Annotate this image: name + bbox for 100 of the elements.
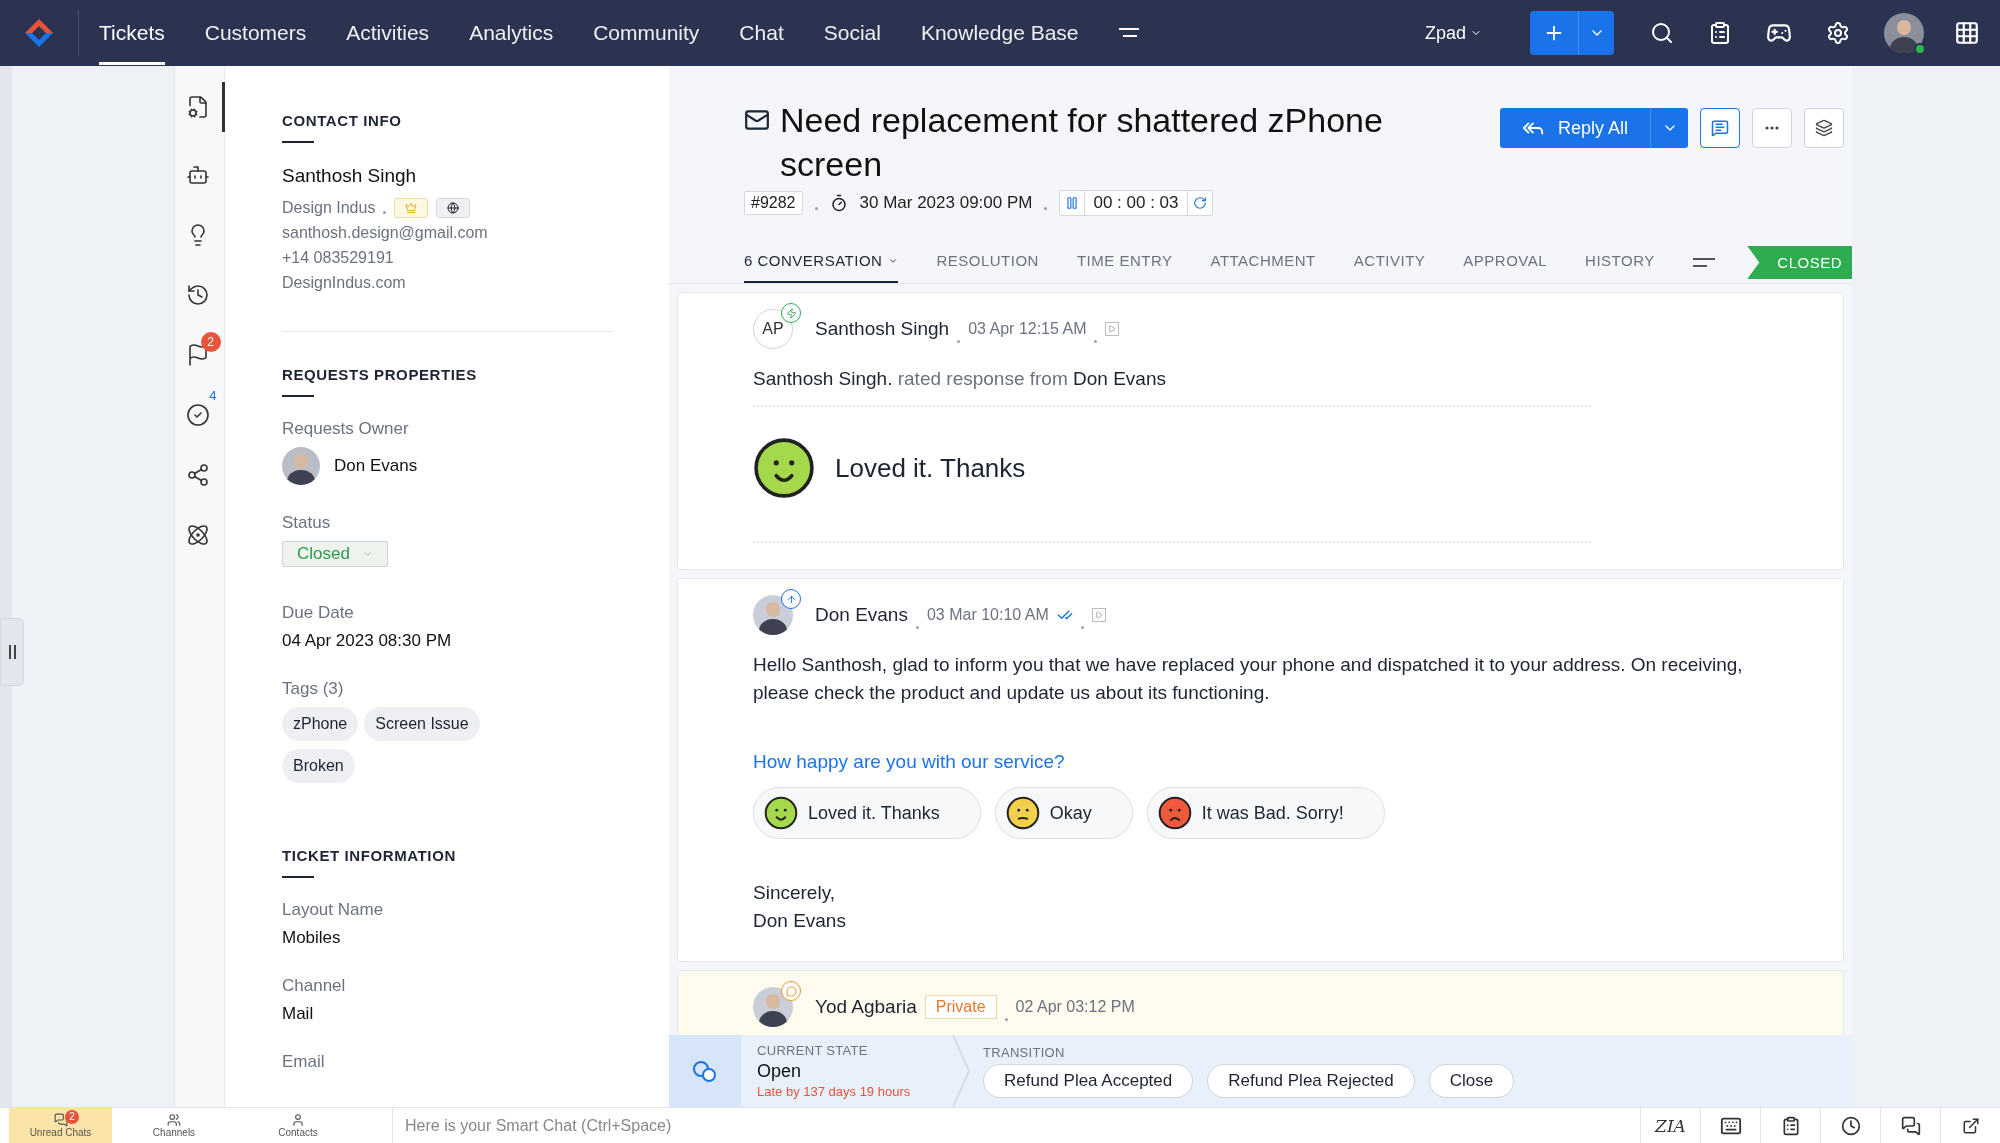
sad-face-icon: [1157, 796, 1192, 830]
settings-icon: [1826, 21, 1850, 45]
nav-tab[interactable]: Social: [823, 1, 881, 65]
rating-label: Loved it. Thanks: [835, 452, 1026, 484]
nav-tab[interactable]: Community: [593, 1, 700, 65]
transition-button[interactable]: Close: [1428, 1063, 1515, 1098]
search-button[interactable]: [1650, 21, 1674, 45]
separator-dot: [814, 207, 818, 210]
separator-dot: [1004, 1018, 1008, 1021]
comment-button[interactable]: [1700, 108, 1740, 148]
apps-button[interactable]: [1954, 20, 1980, 46]
separator-dot: [1044, 207, 1048, 210]
current-state: Open: [757, 1061, 803, 1082]
rating-option[interactable]: It was Bad. Sorry!: [1146, 787, 1385, 839]
ticket-number: #9282: [744, 191, 803, 215]
contact-name: Santhosh Singh: [282, 165, 418, 187]
share-icon: [186, 463, 210, 487]
ticket-tab[interactable]: ATTACHMENT: [1210, 242, 1316, 283]
history-icon: [186, 283, 210, 307]
nav-tab[interactable]: Customers: [204, 1, 307, 65]
count-label: 4: [209, 388, 217, 403]
more-tabs-icon[interactable]: [1692, 256, 1715, 269]
avatar: [753, 987, 793, 1027]
ticket-title: Need replacement for shattered zPhone screen: [780, 100, 1384, 185]
tag[interactable]: zPhone: [282, 707, 359, 741]
rating-option[interactable]: Okay: [994, 787, 1133, 839]
channel-icon: [781, 303, 801, 323]
tag[interactable]: Screen Issue: [364, 707, 480, 741]
due-clock-icon: [829, 194, 848, 212]
section-heading: REQUESTS PROPERTIES: [282, 366, 478, 383]
layers-icon: [1815, 119, 1833, 137]
avatar: [1884, 13, 1924, 53]
nav-tab[interactable]: Knowledge Base: [920, 1, 1079, 65]
field-value: 04 Apr 2023 08:30 PM: [282, 631, 453, 651]
field-label: Tags (3): [282, 679, 345, 699]
count-badge: 2: [200, 332, 221, 352]
field-label: Requests Owner: [282, 419, 410, 439]
bottom-tab[interactable]: Unread Chats 2: [9, 1107, 112, 1143]
contact-phone: +14 083529191: [282, 248, 395, 268]
separator-dot: [957, 340, 961, 343]
field-label: Due Date: [282, 603, 355, 623]
field-label: Status: [282, 513, 332, 533]
more-menu-icon[interactable]: [1118, 27, 1139, 39]
survey-link[interactable]: How happy are you with our service?: [753, 751, 1768, 773]
avatar: [282, 447, 320, 485]
step-divider: [951, 1035, 971, 1107]
separator-dot: [1094, 340, 1098, 343]
ticket-tab[interactable]: APPROVAL: [1463, 242, 1548, 283]
timer-value: 00 : 00 : 03: [1084, 191, 1188, 215]
message-time: 03 Apr 12:15 AM: [968, 320, 1087, 338]
field-label: TRANSITION: [983, 1044, 1066, 1060]
collapse-handle[interactable]: [0, 618, 24, 686]
nav-tab[interactable]: Activities: [346, 1, 430, 65]
robot-icon: [186, 163, 210, 187]
transition-button[interactable]: Refund Plea Rejected: [1207, 1063, 1415, 1098]
smiley-face-icon: [753, 437, 815, 499]
tag[interactable]: Broken: [282, 749, 355, 783]
rating-option[interactable]: Loved it. Thanks: [753, 787, 981, 839]
author-name: Don Evans: [815, 604, 908, 626]
nav-tab[interactable]: Analytics: [469, 1, 554, 65]
field-label: CURRENT STATE: [757, 1043, 869, 1058]
clipboard-icon: [1708, 21, 1732, 45]
signature-line: Sincerely,: [753, 881, 836, 905]
layers-button[interactable]: [1804, 108, 1844, 148]
neutral-face-icon: [1005, 796, 1040, 830]
field-value: Mobiles: [282, 928, 342, 948]
ticket-tab[interactable]: HISTORY: [1585, 242, 1655, 283]
field-value: Mail: [282, 1004, 315, 1024]
created-date: 30 Mar 2023 09:00 PM: [859, 193, 1033, 213]
contact-email: santhosh.design@gmail.com: [282, 223, 489, 243]
field-label: Layout Name: [282, 900, 385, 920]
notes-button[interactable]: [1708, 21, 1732, 45]
separator-dot: [1080, 626, 1084, 629]
count-badge: 2: [65, 1109, 79, 1124]
ticket-tab[interactable]: RESOLUTION: [936, 242, 1039, 283]
pause-icon: [1065, 196, 1080, 210]
department-select[interactable]: Zpad: [1424, 22, 1482, 44]
envelope-icon: [744, 107, 770, 133]
atom-icon: [186, 523, 210, 547]
message-time: 02 Apr 03:12 PM: [1015, 998, 1135, 1016]
more-icon: [1765, 126, 1779, 130]
separator-dot: [915, 626, 919, 629]
person-icon: [291, 1113, 305, 1127]
smiley-face-icon: [764, 796, 798, 830]
play-icon: [1108, 325, 1117, 333]
private-tag: Private: [924, 995, 997, 1019]
ticket-tab[interactable]: 6 CONVERSATION: [744, 242, 899, 283]
nav-tab[interactable]: Chat: [739, 1, 784, 65]
message-time: 03 Mar 10:10 AM: [926, 606, 1049, 624]
settings-button[interactable]: [1826, 21, 1850, 45]
channel-icon: [781, 981, 801, 1001]
ticket-tab[interactable]: ACTIVITY: [1353, 242, 1426, 283]
owner-name: Don Evans: [334, 456, 418, 476]
separator-dot: [383, 211, 387, 214]
status-badge: CLOSED: [1747, 246, 1852, 279]
crown-icon: [405, 201, 418, 214]
ticket-tab[interactable]: TIME ENTRY: [1076, 242, 1173, 283]
avatar: [753, 595, 793, 635]
transition-button[interactable]: Refund Plea Accepted: [983, 1063, 1194, 1098]
field-label: Email: [282, 1052, 326, 1072]
